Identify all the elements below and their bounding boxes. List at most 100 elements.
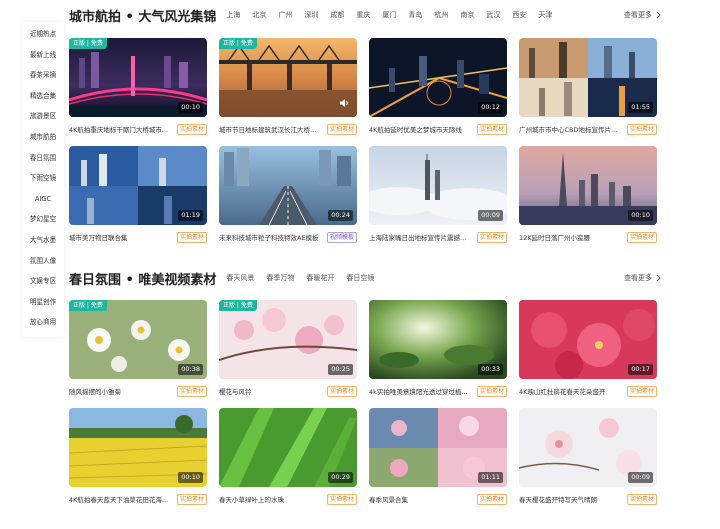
sidebar-item-entertainment[interactable]: 文娱专区 bbox=[22, 271, 64, 292]
sidebar-item-rain[interactable]: 下雨空镜 bbox=[22, 168, 64, 189]
sidebar-item-commercial[interactable]: 放心商用 bbox=[22, 312, 64, 333]
type-tag: 实拍素材 bbox=[326, 123, 357, 135]
video-title[interactable]: 城市美万物日联合集 bbox=[69, 232, 128, 242]
sidebar-item-portrait[interactable]: 氛围人像 bbox=[22, 251, 64, 272]
tab-city[interactable]: 武汉 bbox=[486, 10, 500, 20]
video-card[interactable]: 正版 | 免费 00:38 随风摇摆的小雏菊 实拍素材 bbox=[69, 300, 207, 404]
license-badge: 正版 | 免费 bbox=[69, 300, 107, 311]
video-title[interactable]: 广州城市市中心CBD地标宣传片... bbox=[519, 124, 617, 134]
video-title[interactable]: 4K航拍重庆地标千厮门大桥城市... bbox=[69, 124, 168, 134]
sidebar-item-aerial[interactable]: 城市航拍 bbox=[22, 127, 64, 148]
tab-city[interactable]: 北京 bbox=[252, 10, 266, 20]
tab-city[interactable]: 杭州 bbox=[434, 10, 448, 20]
tab-city[interactable]: 南京 bbox=[460, 10, 474, 20]
view-more-link[interactable]: 查看更多 bbox=[624, 10, 661, 20]
video-card[interactable]: 00:10 12K延时日落广州小蛮腰 实拍素材 bbox=[519, 146, 657, 250]
type-tag: 实拍素材 bbox=[176, 493, 207, 505]
video-card[interactable]: 00:24 未来科技城市粒子科技特效AE模板 视频模板 bbox=[219, 146, 357, 250]
tab-spring-empty[interactable]: 春日空镜 bbox=[346, 273, 374, 283]
video-title[interactable]: 4K航拍延时优美之梦城市天际线 bbox=[369, 124, 462, 134]
duration-label: 00:24 bbox=[328, 210, 353, 221]
sidebar-item-hot[interactable]: 近期热点 bbox=[22, 24, 64, 45]
tab-city[interactable]: 西安 bbox=[512, 10, 526, 20]
video-card[interactable]: 00:29 春天小草绿叶上的水珠 实拍素材 bbox=[219, 408, 357, 512]
section-title: 春日氛围 • 唯美视频素材 bbox=[69, 272, 217, 288]
video-card[interactable]: 00:33 4k实拍唯美意境阳光透过穿过植... 实拍素材 bbox=[369, 300, 507, 404]
sidebar-item-scenic[interactable]: 旅游景区 bbox=[22, 106, 64, 127]
video-title[interactable]: 未来科技城市粒子科技特效AE模板 bbox=[219, 232, 319, 242]
type-tag: 实拍素材 bbox=[176, 231, 207, 243]
type-tag: 实拍素材 bbox=[626, 385, 657, 397]
tab-city[interactable]: 上海 bbox=[226, 10, 240, 20]
type-tag: 实拍素材 bbox=[326, 385, 357, 397]
video-card[interactable]: 00:10 4K航拍春天蓝天下油菜花田花海... 实拍素材 bbox=[69, 408, 207, 512]
type-tag: 实拍素材 bbox=[476, 123, 507, 135]
type-tag: 实拍素材 bbox=[626, 231, 657, 243]
sidebar-item-ink[interactable]: 大气水墨 bbox=[22, 230, 64, 251]
video-title[interactable]: 上海陆家嘴日出地标宣传片震撼... bbox=[369, 232, 466, 242]
video-card[interactable]: 正版 | 免费 00:10 4K航拍重庆地标千厮门大桥城市... 实拍素材 bbox=[69, 38, 207, 142]
tab-city[interactable]: 青岛 bbox=[408, 10, 422, 20]
view-more-link[interactable]: 查看更多 bbox=[624, 273, 661, 283]
type-tag: 实拍素材 bbox=[176, 123, 207, 135]
tab-spring-flowers[interactable]: 春暖花开 bbox=[306, 273, 334, 283]
sidebar-item-celebrity[interactable]: 明星创作 bbox=[22, 292, 64, 313]
video-title[interactable]: 樱花与风铃 bbox=[219, 386, 252, 396]
tab-city[interactable]: 深圳 bbox=[304, 10, 318, 20]
video-title[interactable]: 城市节日地标建筑武汉长江大桥... bbox=[219, 124, 316, 134]
video-card[interactable]: 正版 | 免费 00:25 樱花与风铃 实拍素材 bbox=[219, 300, 357, 404]
tab-city[interactable]: 天津 bbox=[538, 10, 552, 20]
video-thumbnail: 正版 | 免费 00:10 bbox=[69, 38, 207, 117]
video-card[interactable]: 01:55 广州城市市中心CBD地标宣传片... 实拍素材 bbox=[519, 38, 657, 142]
video-title[interactable]: 4K映山红杜鹃花春天花朵盛开 bbox=[519, 386, 605, 396]
sidebar-item-starry[interactable]: 梦幻星空 bbox=[22, 209, 64, 230]
chevron-right-icon bbox=[656, 274, 661, 282]
video-thumbnail: 00:12 bbox=[369, 38, 507, 117]
license-badge: 正版 | 免费 bbox=[219, 38, 257, 49]
video-title[interactable]: 春季风景合集 bbox=[369, 494, 408, 504]
duration-label: 00:10 bbox=[628, 210, 653, 221]
sidebar-item-new[interactable]: 最新上线 bbox=[22, 45, 64, 66]
volume-icon[interactable] bbox=[340, 99, 349, 107]
video-card[interactable]: 01:11 春季风景合集 实拍素材 bbox=[369, 408, 507, 512]
type-tag: 视频模板 bbox=[326, 231, 357, 243]
video-title[interactable]: 春天小草绿叶上的水珠 bbox=[219, 494, 284, 504]
video-card[interactable]: 00:09 春天樱花盛开特写天气晴朗 实拍素材 bbox=[519, 408, 657, 512]
tab-spring-scenery[interactable]: 春天风景 bbox=[226, 273, 254, 283]
duration-label: 01:11 bbox=[478, 472, 503, 483]
duration-label: 00:38 bbox=[178, 364, 203, 375]
view-more-label: 查看更多 bbox=[624, 274, 652, 282]
video-thumbnail: 00:09 bbox=[519, 408, 657, 487]
video-card[interactable]: 00:17 4K映山红杜鹃花春天花朵盛开 实拍素材 bbox=[519, 300, 657, 404]
duration-label: 00:09 bbox=[628, 472, 653, 483]
video-card[interactable]: 正版 | 免费 城市节日地标建筑武汉长江大桥... 实拍素材 bbox=[219, 38, 357, 142]
section-title: 城市航拍 • 大气风光集锦 bbox=[69, 9, 217, 25]
video-title[interactable]: 12K延时日落广州小蛮腰 bbox=[519, 232, 590, 242]
tab-city[interactable]: 厦门 bbox=[382, 10, 396, 20]
video-thumbnail: 正版 | 免费 00:38 bbox=[69, 300, 207, 379]
tab-city[interactable]: 广州 bbox=[278, 10, 292, 20]
video-title[interactable]: 随风摇摆的小雏菊 bbox=[69, 386, 121, 396]
chevron-right-icon bbox=[656, 11, 661, 19]
view-more-label: 查看更多 bbox=[624, 11, 652, 19]
video-card[interactable]: 00:12 4K航拍延时优美之梦城市天际线 实拍素材 bbox=[369, 38, 507, 142]
video-card[interactable]: 01:19 城市美万物日联合集 实拍素材 bbox=[69, 146, 207, 250]
tab-city[interactable]: 成都 bbox=[330, 10, 344, 20]
video-thumbnail: 00:17 bbox=[519, 300, 657, 379]
tab-city[interactable]: 重庆 bbox=[356, 10, 370, 20]
sidebar-item-spring[interactable]: 春日氛围 bbox=[22, 148, 64, 169]
section-header-spring: 春日氛围 • 唯美视频素材 春天风景 春季万物 春暖花开 春日空镜 查看更多 bbox=[69, 268, 661, 288]
video-title[interactable]: 4k实拍唯美意境阳光透过穿过植... bbox=[369, 386, 468, 396]
sidebar-item-aigc[interactable]: AIGC bbox=[22, 189, 64, 210]
duration-label: 00:12 bbox=[478, 102, 503, 113]
sidebar-item-tea[interactable]: 春茶采摘 bbox=[22, 65, 64, 86]
type-tag: 实拍素材 bbox=[326, 493, 357, 505]
video-thumbnail: 正版 | 免费 bbox=[219, 38, 357, 117]
video-title[interactable]: 4K航拍春天蓝天下油菜花田花海... bbox=[69, 494, 168, 504]
video-title[interactable]: 春天樱花盛开特写天气晴朗 bbox=[519, 494, 597, 504]
license-badge: 正版 | 免费 bbox=[219, 300, 257, 311]
video-card[interactable]: 00:09 上海陆家嘴日出地标宣传片震撼... 实拍素材 bbox=[369, 146, 507, 250]
tab-spring-things[interactable]: 春季万物 bbox=[266, 273, 294, 283]
sidebar-item-featured[interactable]: 精选合集 bbox=[22, 86, 64, 107]
video-thumbnail: 00:10 bbox=[519, 146, 657, 225]
